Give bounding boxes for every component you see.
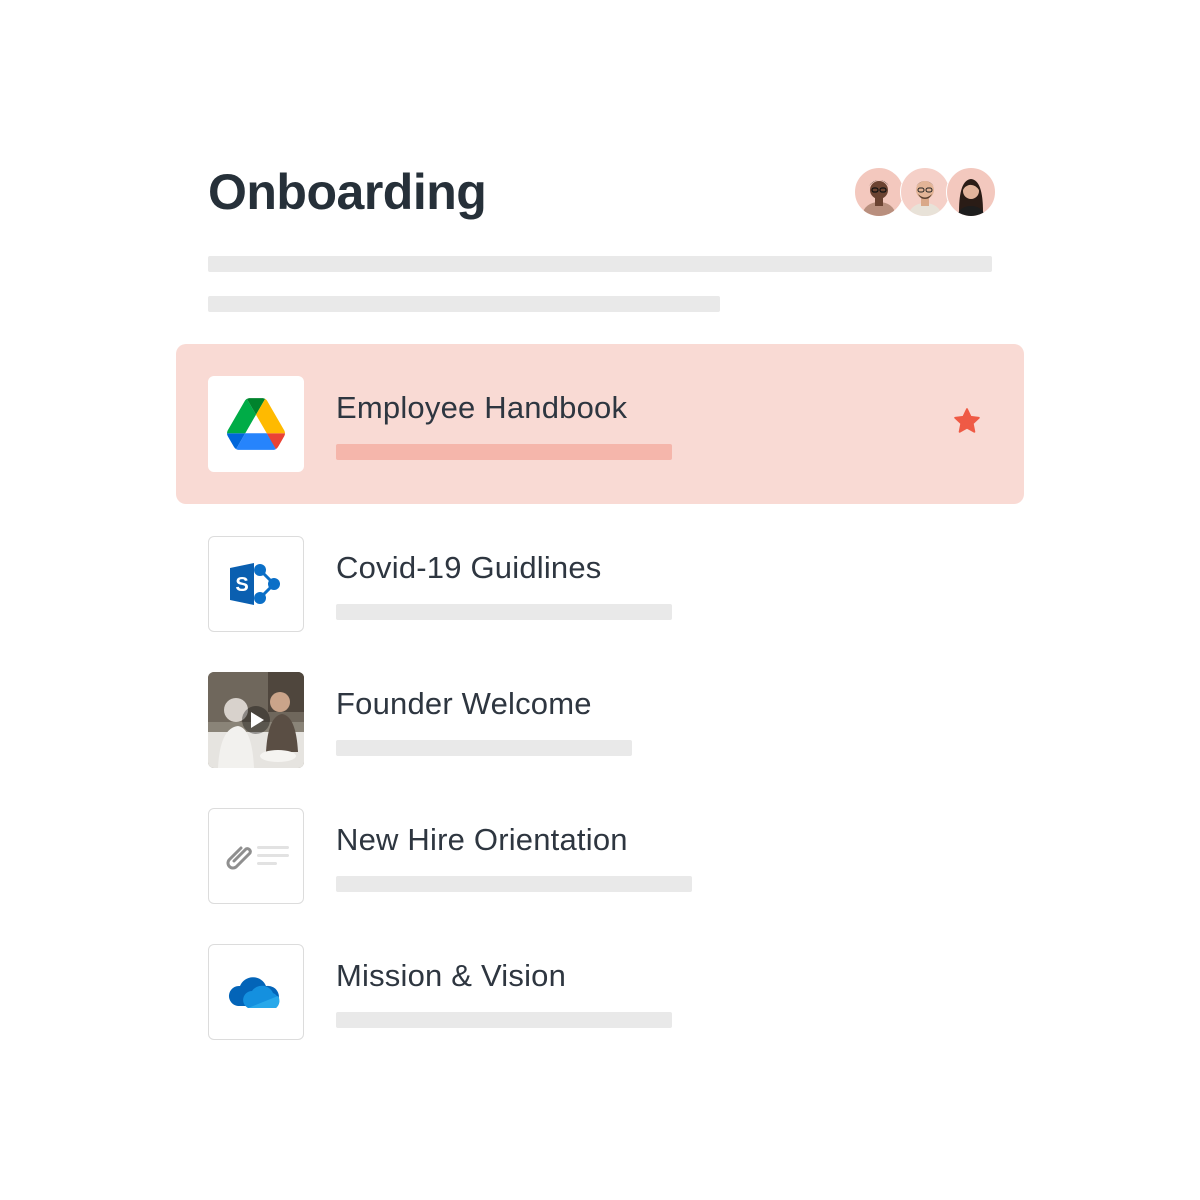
item-placeholder-bar xyxy=(336,740,632,756)
avatar[interactable] xyxy=(900,167,950,217)
star-icon[interactable] xyxy=(952,406,982,436)
description-placeholder-line xyxy=(208,256,992,272)
video-thumbnail-play-icon[interactable] xyxy=(208,672,304,768)
item-title[interactable]: Mission & Vision xyxy=(336,956,566,996)
avatar[interactable] xyxy=(946,167,996,217)
item-progress-bar xyxy=(336,444,672,460)
item-title[interactable]: Founder Welcome xyxy=(336,684,592,724)
item-title[interactable]: Employee Handbook xyxy=(336,388,627,428)
item-title[interactable]: Covid-19 Guidlines xyxy=(336,548,602,588)
item-placeholder-bar xyxy=(336,1012,672,1028)
collaborator-avatars[interactable] xyxy=(854,167,996,217)
onedrive-cloud-icon xyxy=(208,944,304,1040)
sharepoint-icon: S xyxy=(208,536,304,632)
page-title: Onboarding xyxy=(208,164,487,220)
item-placeholder-bar xyxy=(336,604,672,620)
description-placeholder-line xyxy=(208,296,720,312)
attachment-document-icon xyxy=(208,808,304,904)
svg-text:S: S xyxy=(235,574,248,596)
item-placeholder-bar xyxy=(336,876,692,892)
google-drive-icon xyxy=(208,376,304,472)
list-item-mission-vision[interactable]: Mission & Vision xyxy=(176,912,1024,1072)
list-item-employee-handbook[interactable]: Employee Handbook xyxy=(176,344,1024,504)
avatar[interactable] xyxy=(854,167,904,217)
item-title[interactable]: New Hire Orientation xyxy=(336,820,628,860)
